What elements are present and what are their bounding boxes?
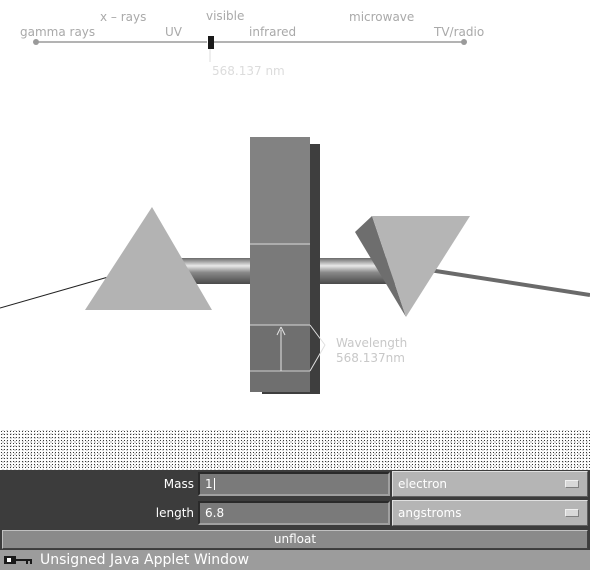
length-input[interactable]: 6.8 [198, 501, 390, 525]
spectrum-end-dot [461, 39, 467, 45]
spectrum-marker-value: 568.137 nm [212, 64, 285, 78]
text-cursor [213, 478, 215, 490]
applet-status-bar: Unsigned Java Applet Window [0, 550, 590, 570]
unfloat-button[interactable]: unfloat [2, 530, 588, 549]
dropdown-indicator-icon [565, 480, 579, 488]
mass-label: Mass [163, 477, 194, 491]
java-key-icon [4, 556, 32, 564]
status-text: Unsigned Java Applet Window [40, 552, 250, 568]
spectrum-track [33, 39, 467, 62]
mass-input[interactable]: 1 [198, 472, 390, 496]
length-unit-value: angstroms [398, 506, 462, 520]
spectrum-scale: x – rays visible microwave gamma rays UV… [0, 0, 590, 80]
dropdown-indicator-icon [565, 509, 579, 517]
apparatus-scene: Wavelength 568.137nm [0, 80, 590, 430]
mass-unit-select[interactable]: electron [392, 471, 588, 497]
wavelength-title: Wavelength [336, 336, 407, 350]
length-label: length [155, 506, 194, 520]
outgoing-ray [409, 265, 590, 297]
stippled-floor [0, 430, 590, 470]
wavelength-readout: 568.137nm [336, 351, 405, 365]
wavelength-slider-handle[interactable] [207, 36, 214, 49]
length-unit-select[interactable]: angstroms [392, 500, 588, 526]
length-value: 6.8 [205, 506, 225, 520]
spectrum-start-dot [33, 39, 39, 45]
mass-unit-value: electron [398, 477, 448, 491]
mass-value: 1 [205, 477, 213, 491]
